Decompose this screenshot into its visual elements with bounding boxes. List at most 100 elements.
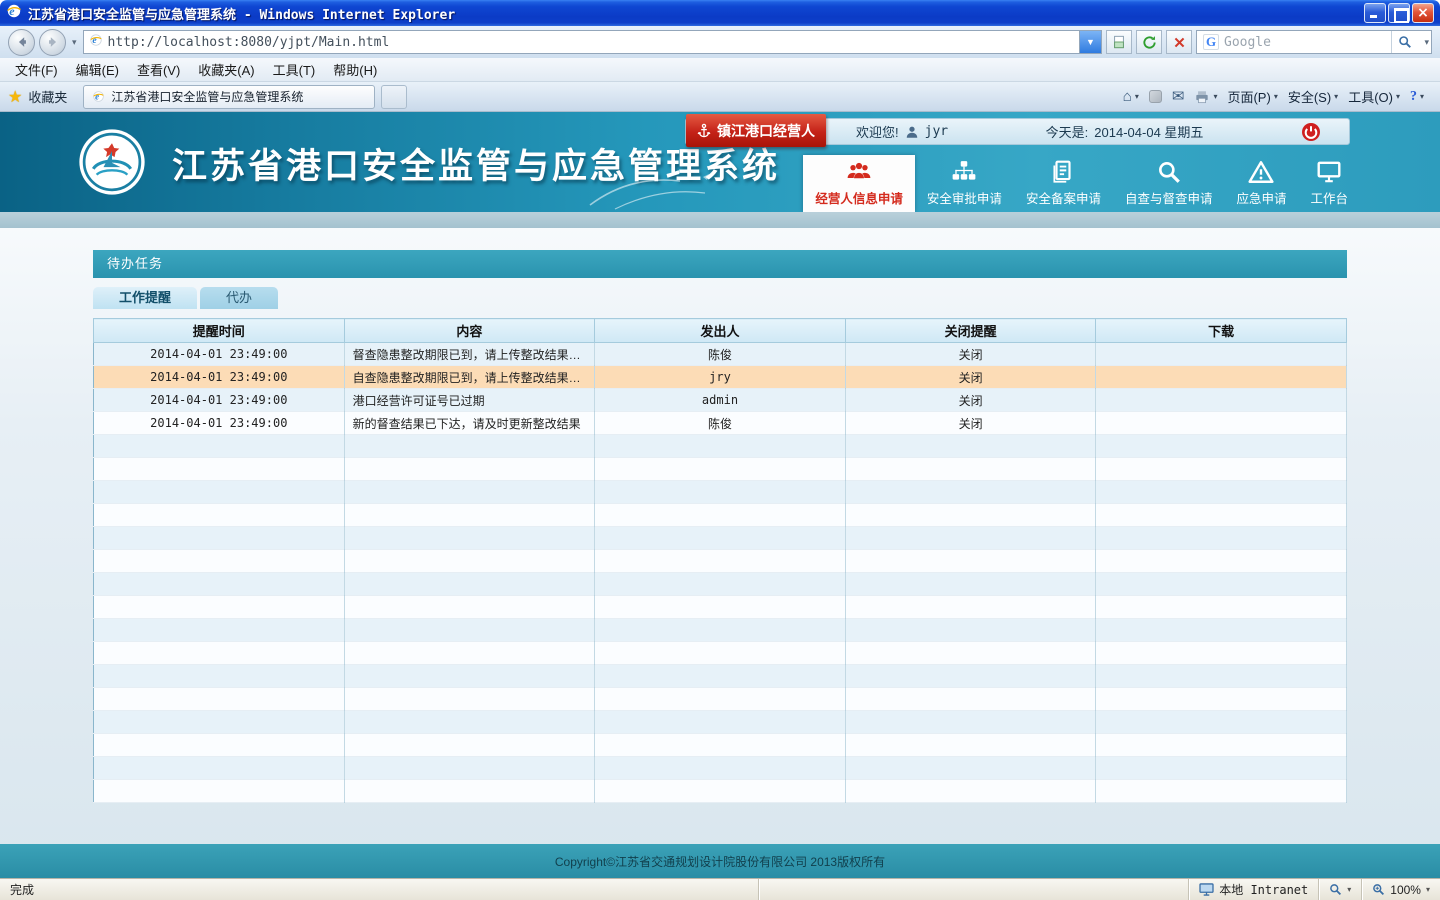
safety-menu-button[interactable]: 安全(S)▾ bbox=[1288, 87, 1338, 106]
browser-tab-active[interactable]: e 江苏省港口安全监管与应急管理系统 bbox=[83, 85, 375, 109]
cell-content: 港口经营许可证号已过期 bbox=[344, 389, 595, 412]
print-button[interactable]: ▾ bbox=[1194, 90, 1217, 104]
cell-download bbox=[1096, 343, 1347, 366]
close-reminder-link[interactable]: 关闭 bbox=[959, 371, 983, 385]
close-reminder-link[interactable]: 关闭 bbox=[959, 348, 983, 362]
nav-item-operator-info[interactable]: 经营人信息申请 bbox=[803, 155, 915, 212]
nav-item-emergency[interactable]: 应急申请 bbox=[1224, 155, 1298, 212]
nav-item-workbench[interactable]: 工作台 bbox=[1298, 155, 1360, 212]
table-row-empty bbox=[94, 504, 1347, 527]
tab-title: 江苏省港口安全监管与应急管理系统 bbox=[111, 88, 303, 105]
search-dropdown[interactable]: ▾ bbox=[1422, 37, 1431, 48]
nav-item-self-inspection[interactable]: 自查与督查申请 bbox=[1113, 155, 1225, 212]
nav-label: 安全备案申请 bbox=[1026, 188, 1101, 207]
compatibility-view-button[interactable] bbox=[1106, 30, 1132, 54]
close-reminder-link[interactable]: 关闭 bbox=[959, 417, 983, 431]
recent-pages-dropdown[interactable]: ▾ bbox=[70, 37, 79, 48]
table-row: 2014-04-01 23:49:00 港口经营许可证号已过期 admin 关闭 bbox=[94, 389, 1347, 412]
logout-power-button[interactable] bbox=[1301, 122, 1321, 142]
nav-item-safety-approval[interactable]: 安全审批申请 bbox=[915, 155, 1014, 212]
back-button[interactable] bbox=[8, 29, 35, 56]
favorites-star-icon[interactable]: ★ bbox=[8, 87, 22, 107]
cell-time: 2014-04-01 23:49:00 bbox=[94, 343, 345, 366]
todo-table: 提醒时间 内容 发出人 关闭提醒 下载 2014-04-01 23:49:00 … bbox=[93, 318, 1347, 803]
nav-item-safety-record[interactable]: 安全备案申请 bbox=[1014, 155, 1113, 212]
cell-download bbox=[1096, 366, 1347, 389]
address-toolbar: ▾ e http://localhost:8080/yjpt/Main.html… bbox=[0, 26, 1440, 58]
maximize-button[interactable] bbox=[1388, 3, 1410, 23]
welcome-strip: 镇江港口经营人 欢迎您! jyr 今天是: 2014-04-04 星期五 bbox=[685, 118, 1350, 145]
address-bar[interactable]: e http://localhost:8080/yjpt/Main.html ▼ bbox=[83, 30, 1102, 54]
menu-help[interactable]: 帮助(H) bbox=[324, 57, 386, 82]
magnifier-icon bbox=[1329, 883, 1342, 896]
minimize-button[interactable] bbox=[1364, 3, 1386, 23]
web-page: 江苏省港口安全监管与应急管理系统 镇江港口经营人 欢迎您! jyr 今天是: bbox=[0, 112, 1440, 878]
nav-label: 工作台 bbox=[1310, 188, 1348, 207]
welcome-label: 欢迎您! bbox=[856, 122, 899, 141]
cell-download bbox=[1096, 389, 1347, 412]
svg-text:e: e bbox=[9, 4, 15, 18]
table-row-selected: 2014-04-01 23:49:00 自查隐患整改期限已到，请上传整改结果… … bbox=[94, 366, 1347, 389]
today-value: 2014-04-04 星期五 bbox=[1094, 122, 1203, 141]
nav-label: 安全审批申请 bbox=[927, 188, 1002, 207]
search-box[interactable]: G Google ▾ bbox=[1196, 30, 1432, 54]
content-area: 待办任务 工作提醒 代办 提醒时间 内容 发出人 关闭提醒 下载 bbox=[0, 228, 1440, 878]
ie-window: e 江苏省港口安全监管与应急管理系统 - Windows Internet Ex… bbox=[0, 0, 1440, 900]
tab-work-reminder[interactable]: 工作提醒 bbox=[93, 287, 197, 309]
close-button[interactable]: × bbox=[1412, 3, 1434, 23]
tools-menu-button[interactable]: 工具(O)▾ bbox=[1348, 87, 1400, 106]
menu-favorites[interactable]: 收藏夹(A) bbox=[189, 57, 263, 82]
favorites-bar: ★ 收藏夹 e 江苏省港口安全监管与应急管理系统 ⌂▾ ✉ ▾ 页面(P)▾ 安… bbox=[0, 82, 1440, 112]
url-text[interactable]: http://localhost:8080/yjpt/Main.html bbox=[108, 35, 1079, 50]
forward-button[interactable] bbox=[39, 29, 66, 56]
table-row-empty bbox=[94, 642, 1347, 665]
favorites-label[interactable]: 收藏夹 bbox=[28, 87, 67, 106]
close-reminder-link[interactable]: 关闭 bbox=[959, 394, 983, 408]
search-placeholder[interactable]: Google bbox=[1224, 35, 1386, 50]
cell-time: 2014-04-01 23:49:00 bbox=[94, 389, 345, 412]
refresh-button[interactable] bbox=[1136, 30, 1162, 54]
cell-download bbox=[1096, 412, 1347, 435]
security-zone[interactable]: 本地 Intranet bbox=[1188, 879, 1318, 900]
cell-sender: 陈俊 bbox=[595, 412, 846, 435]
cell-content: 自查隐患整改期限已到，请上传整改结果… bbox=[344, 366, 595, 389]
user-icon bbox=[905, 125, 919, 139]
window-title: 江苏省港口安全监管与应急管理系统 - Windows Internet Expl… bbox=[28, 4, 1364, 23]
monitor-icon bbox=[1316, 160, 1342, 184]
home-icon: ⌂ bbox=[1123, 89, 1132, 104]
read-mail-button[interactable]: ✉ bbox=[1172, 89, 1185, 104]
feeds-button[interactable] bbox=[1149, 90, 1162, 103]
col-header-close: 关闭提醒 bbox=[845, 319, 1096, 343]
printer-icon bbox=[1194, 90, 1210, 104]
org-chart-icon bbox=[951, 160, 977, 184]
tab-todo[interactable]: 代办 bbox=[200, 287, 278, 309]
google-icon: G bbox=[1203, 34, 1219, 50]
address-dropdown[interactable]: ▼ bbox=[1079, 31, 1101, 53]
zoom-icon bbox=[1372, 883, 1385, 896]
mail-icon: ✉ bbox=[1172, 89, 1185, 104]
menu-edit[interactable]: 编辑(E) bbox=[67, 57, 128, 82]
cell-time: 2014-04-01 23:49:00 bbox=[94, 366, 345, 389]
zoom-mode-button[interactable]: ▾ bbox=[1318, 879, 1361, 900]
home-button[interactable]: ⌂▾ bbox=[1123, 89, 1139, 104]
magnifier-icon bbox=[1156, 160, 1182, 184]
menu-view[interactable]: 查看(V) bbox=[128, 57, 189, 82]
menu-file[interactable]: 文件(F) bbox=[6, 57, 67, 82]
new-tab-button[interactable] bbox=[381, 85, 407, 109]
page-menu-button[interactable]: 页面(P)▾ bbox=[1227, 87, 1277, 106]
search-magnifier-icon[interactable] bbox=[1391, 31, 1417, 53]
zoom-level-button[interactable]: 100% ▾ bbox=[1361, 879, 1440, 900]
table-row-empty bbox=[94, 780, 1347, 803]
help-button[interactable]: ?▾ bbox=[1410, 89, 1424, 105]
stop-button[interactable] bbox=[1166, 30, 1192, 54]
anchor-icon bbox=[697, 123, 711, 139]
copyright-footer: Copyright©江苏省交通规划设计院股份有限公司 2013版权所有 bbox=[0, 844, 1440, 878]
status-spacer bbox=[758, 879, 1188, 900]
table-row-empty bbox=[94, 757, 1347, 780]
table-row-empty bbox=[94, 711, 1347, 734]
help-icon: ? bbox=[1410, 89, 1417, 105]
people-icon bbox=[846, 160, 872, 184]
menu-tools[interactable]: 工具(T) bbox=[264, 57, 325, 82]
todo-panel: 待办任务 工作提醒 代办 提醒时间 内容 发出人 关闭提醒 下载 bbox=[93, 250, 1347, 803]
nav-label: 自查与督查申请 bbox=[1125, 188, 1213, 207]
